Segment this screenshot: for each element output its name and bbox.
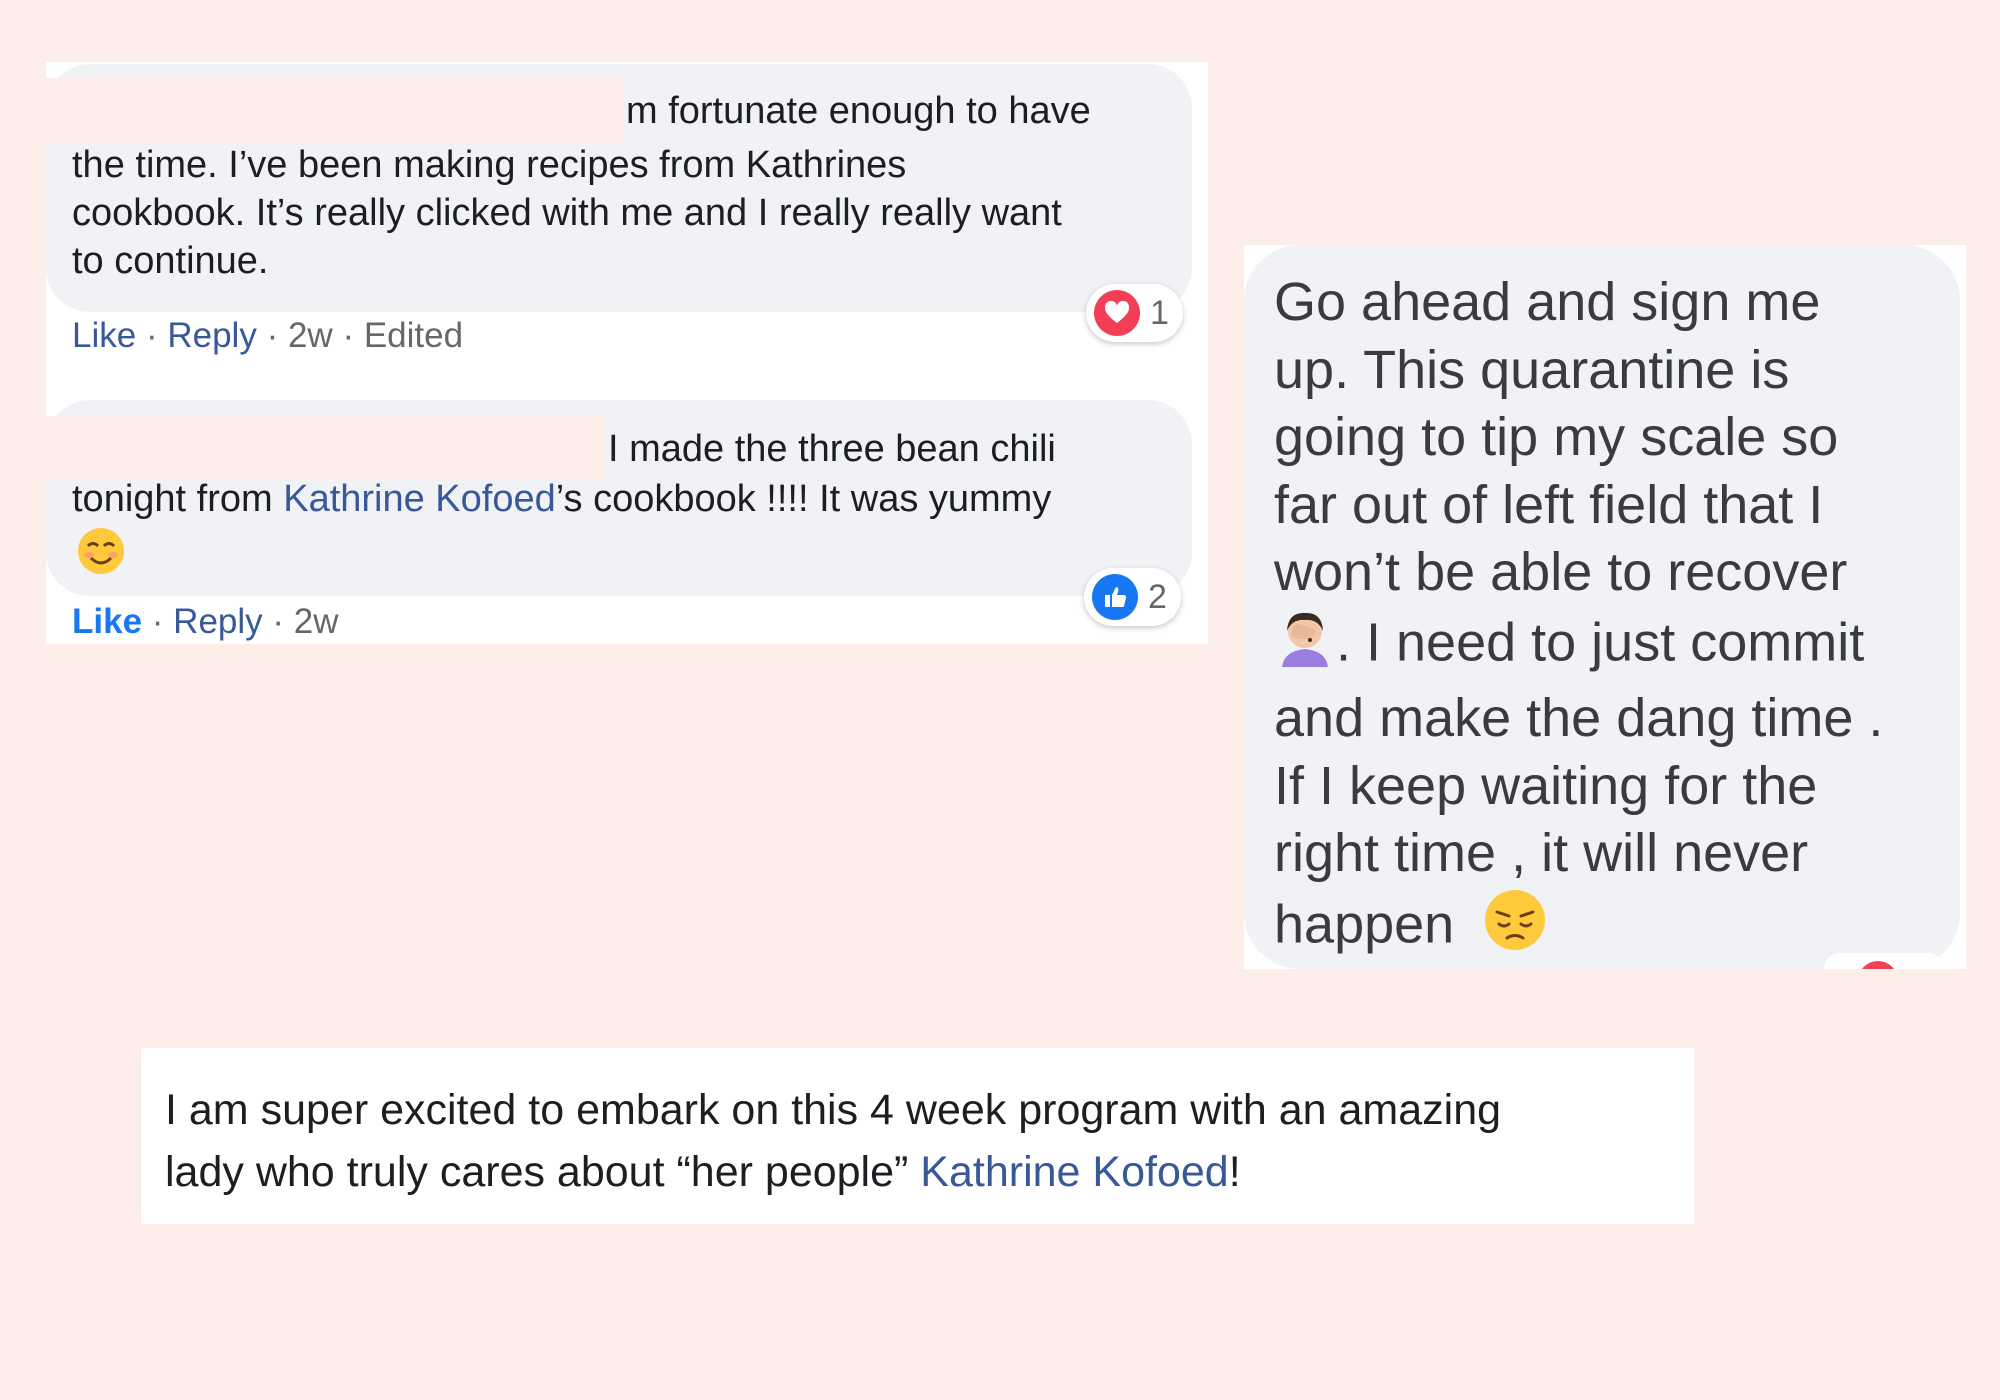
comment-text: lady who truly cares about “her people” (165, 1148, 921, 1196)
comment-text-line: lady who truly cares about “her people” … (165, 1148, 1241, 1197)
heart-icon (1858, 961, 1898, 969)
comment-text: . I need to just commit (1336, 612, 1865, 673)
comment-text-line: cookbook. It’s really clicked with me an… (72, 192, 1062, 234)
comment-text: ’s cookbook !!!! It was yummy (555, 478, 1052, 520)
redacted-name-mask (46, 416, 604, 480)
comment-card-4: I am super excited to embark on this 4 w… (141, 1048, 1694, 1224)
comment-text-line: to continue. (72, 240, 269, 282)
comment-text-line: far out of left field that I (1274, 474, 1824, 535)
reply-link[interactable]: Reply (173, 602, 262, 641)
facepalm-icon (1274, 607, 1336, 686)
comment-text-line: going to tip my scale so (1274, 407, 1839, 467)
separator: · (145, 316, 168, 355)
comment-text-line: and make the dang time . (1274, 688, 1884, 748)
comment-text-line: right time , it will never (1274, 823, 1809, 883)
smiling-face-icon (76, 526, 126, 581)
reaction-badge-partial (1824, 953, 1944, 969)
separator: · (151, 602, 174, 641)
comment-text: happen (1274, 894, 1455, 955)
comment-text-line: If I keep waiting for the (1274, 755, 1818, 816)
timestamp[interactable]: 2w (288, 316, 333, 355)
comment-text-line: I am super excited to embark on this 4 w… (165, 1086, 1502, 1134)
reaction-badge[interactable]: 2 (1084, 568, 1181, 626)
comment-actions: Like · Reply · 2w (72, 602, 339, 642)
comment-text-line: up. This quarantine is (1274, 339, 1790, 400)
separator: · (272, 602, 294, 641)
separator: · (342, 316, 364, 355)
comment-text-line: I made the three bean chili (608, 428, 1056, 470)
comment-text-line: the time. I’ve been making recipes from … (72, 144, 907, 186)
like-link[interactable]: Like (72, 602, 142, 641)
comment-bubble-3: Go ahead and sign me up. This quarantine… (1244, 245, 1960, 969)
comment-card-2: I made the three bean chili tonight from… (46, 398, 1208, 644)
comment-text-line: won’t be able to recover (1274, 542, 1848, 602)
reaction-count: 1 (1150, 293, 1169, 332)
pensive-face-icon (1483, 888, 1547, 969)
comment-actions: Like · Reply · 2w · Edited (72, 316, 463, 356)
comment-text-line: happen (1274, 888, 1883, 969)
timestamp[interactable]: 2w (294, 602, 339, 641)
comment-text-line: . I need to just commit (1274, 607, 1883, 686)
mention-link[interactable]: Kathrine Kofoed (920, 1148, 1228, 1196)
comment-text-line: m fortunate enough to have (626, 90, 1091, 132)
comment-text-line: Go ahead and sign me (1274, 272, 1821, 332)
comment-card-3: Go ahead and sign me up. This quarantine… (1244, 245, 1966, 969)
comment-text-block: Go ahead and sign me up. This quarantine… (1274, 269, 1883, 968)
comment-text: tonight from (72, 478, 284, 520)
thumbs-up-icon (1092, 574, 1138, 620)
mention-link[interactable]: Kathrine Kofoed (283, 478, 556, 520)
heart-icon (1094, 290, 1140, 336)
comment-text-line: tonight from Kathrine Kofoed’s cookbook … (72, 478, 1051, 521)
reaction-badge[interactable]: 1 (1086, 284, 1183, 342)
like-link[interactable]: Like (72, 316, 136, 355)
redacted-name-mask (46, 78, 624, 144)
reaction-count: 2 (1148, 577, 1167, 616)
separator: · (266, 316, 288, 355)
edited-label[interactable]: Edited (364, 316, 463, 355)
reply-link[interactable]: Reply (167, 316, 256, 355)
comment-card-1: m fortunate enough to have the time. I’v… (46, 62, 1208, 407)
comment-text: ! (1228, 1148, 1241, 1196)
